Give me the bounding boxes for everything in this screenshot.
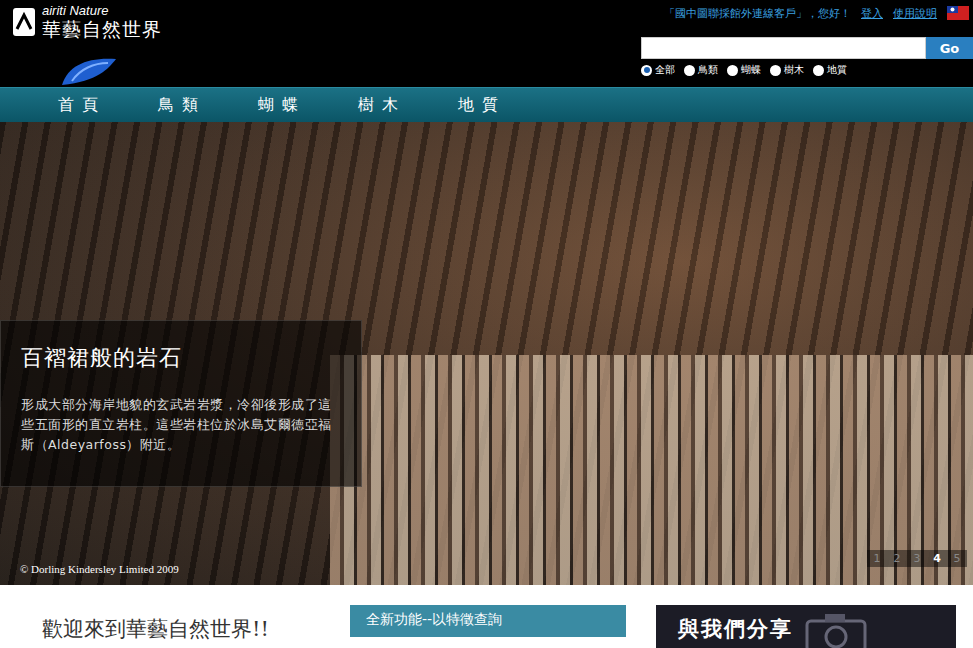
camera-icon: [801, 611, 871, 648]
nav-item[interactable]: 地質: [458, 95, 506, 116]
search-scopes: 全部 鳥類 蝴蝶 樹木 地質: [641, 63, 973, 77]
user-link[interactable]: 使用說明: [893, 6, 937, 21]
scope-option[interactable]: 全部: [641, 63, 675, 77]
share-title: 與我們分享: [678, 615, 793, 643]
butterfly-icon: [58, 55, 118, 87]
feature-box[interactable]: 全新功能--以特徵查詢: [350, 605, 626, 637]
share-box[interactable]: 與我們分享: [656, 605, 956, 648]
site-name: 華藝自然世界: [42, 18, 162, 40]
scope-option[interactable]: 蝴蝶: [727, 63, 761, 77]
logo-texts: airiti Nature華藝自然世界: [42, 4, 162, 40]
pager-item[interactable]: 5: [947, 550, 967, 567]
user-bar: 「國中圖聯採館外連線客戶」，您好！ 登入使用說明: [664, 4, 973, 22]
scope-label: 樹木: [784, 63, 804, 77]
main-nav: 首頁 鳥類 蝴蝶 樹木 地質: [0, 87, 973, 122]
scope-option[interactable]: 樹木: [770, 63, 804, 77]
nav-item[interactable]: 鳥類: [158, 95, 206, 116]
nav-item[interactable]: 樹木: [358, 95, 406, 116]
nav-item[interactable]: 蝴蝶: [258, 95, 306, 116]
brand: airiti Nature: [42, 4, 162, 18]
scope-radio[interactable]: [684, 65, 695, 76]
caption-title: 百褶裙般的岩石: [21, 343, 341, 373]
pager-item[interactable]: 2: [887, 550, 907, 567]
logo-row: airiti Nature華藝自然世界: [12, 4, 162, 40]
scope-radio[interactable]: [813, 65, 824, 76]
nav-item[interactable]: 首頁: [58, 95, 106, 116]
flag-icon: [947, 6, 969, 20]
search-button[interactable]: Go: [926, 37, 973, 59]
scope-label: 地質: [827, 63, 847, 77]
welcome-heading: 歡迎來到華藝自然世界!!: [42, 585, 350, 648]
caption-text: 形成大部分海岸地貌的玄武岩岩漿，冷卻後形成了這些五面形的直立岩柱。這些岩柱位於冰…: [21, 395, 341, 455]
scope-label: 全部: [655, 63, 675, 77]
slide-pager: 12345: [867, 550, 967, 567]
scope-option[interactable]: 地質: [813, 63, 847, 77]
logo-icon: [12, 7, 36, 37]
hero-photo: 百褶裙般的岩石形成大部分海岸地貌的玄武岩岩漿，冷卻後形成了這些五面形的直立岩柱。…: [0, 122, 973, 585]
header: airiti Nature華藝自然世界 「國中圖聯採館外連線客戶」，您好！ 登入使用…: [0, 0, 973, 87]
scope-option[interactable]: 鳥類: [684, 63, 718, 77]
content-area: 歡迎來到華藝自然世界!!全新功能--以特徵查詢 與我們分享: [0, 585, 973, 648]
pager-item[interactable]: 1: [867, 550, 887, 567]
scope-radio[interactable]: [770, 65, 781, 76]
greeting: 「國中圖聯採館外連線客戶」，您好！: [664, 6, 851, 21]
scope-label: 蝴蝶: [741, 63, 761, 77]
scope-label: 鳥類: [698, 63, 718, 77]
pager-item[interactable]: 4: [927, 550, 947, 567]
user-link[interactable]: 登入: [861, 6, 883, 21]
scope-radio[interactable]: [641, 65, 652, 76]
account-search: 「國中圖聯採館外連線客戶」，您好！ 登入使用說明 Go 全部 鳥類 蝴蝶 樹木 地質: [641, 0, 973, 87]
photo-credit: © Dorling Kindersley Limited 2009: [20, 563, 179, 575]
pager-item[interactable]: 3: [907, 550, 927, 567]
search-input[interactable]: [641, 37, 926, 59]
scope-radio[interactable]: [727, 65, 738, 76]
hero-caption: 百褶裙般的岩石形成大部分海岸地貌的玄武岩岩漿，冷卻後形成了這些五面形的直立岩柱。…: [0, 320, 362, 487]
logo[interactable]: airiti Nature華藝自然世界: [0, 0, 162, 87]
search-row: Go: [641, 37, 973, 59]
